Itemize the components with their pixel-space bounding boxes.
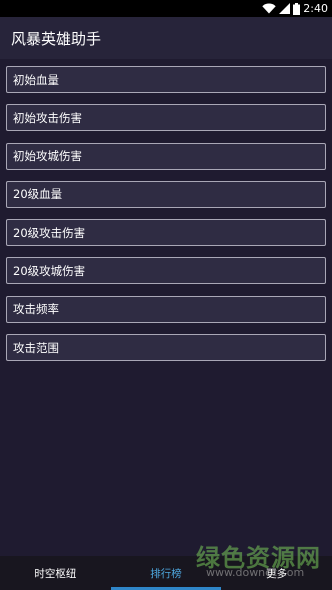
status-bar: 2:40 <box>0 0 332 17</box>
list-item-initial-attack-damage[interactable]: 初始攻击伤害 <box>6 104 326 132</box>
app-bar: 风暴英雄助手 <box>0 17 332 59</box>
list-item-label: 20级攻城伤害 <box>13 263 86 278</box>
signal-icon <box>279 3 291 14</box>
list-item-label: 20级血量 <box>13 187 63 202</box>
list-item-label: 初始血量 <box>13 72 59 87</box>
battery-icon <box>293 2 301 15</box>
tab-label: 更多 <box>266 567 288 580</box>
list-item-label: 初始攻击伤害 <box>13 110 82 125</box>
wifi-icon <box>262 3 276 14</box>
list-item-level20-siege-damage[interactable]: 20级攻城伤害 <box>6 257 326 285</box>
list-item-attack-range[interactable]: 攻击范围 <box>6 334 326 362</box>
bottom-nav: 时空枢纽 排行榜 更多 <box>0 556 332 590</box>
list-item-label: 初始攻城伤害 <box>13 149 82 164</box>
list-item-attack-speed[interactable]: 攻击频率 <box>6 295 326 323</box>
stat-category-list: 初始血量 初始攻击伤害 初始攻城伤害 20级血量 20级攻击伤害 20级攻城伤害… <box>6 66 326 372</box>
tab-label: 时空枢纽 <box>34 567 77 580</box>
list-item-label: 攻击范围 <box>13 340 59 355</box>
tab-nexus[interactable]: 时空枢纽 <box>0 556 111 590</box>
app-title: 风暴英雄助手 <box>11 29 102 48</box>
list-item-initial-hp[interactable]: 初始血量 <box>6 66 326 93</box>
list-item-label: 攻击频率 <box>13 302 59 317</box>
list-item-level20-hp[interactable]: 20级血量 <box>6 180 326 208</box>
tab-rankings[interactable]: 排行榜 <box>110 556 222 590</box>
list-item-level20-attack-damage[interactable]: 20级攻击伤害 <box>6 219 326 247</box>
list-item-label: 20级攻击伤害 <box>13 225 86 240</box>
tab-label: 排行榜 <box>150 567 182 580</box>
tab-more[interactable]: 更多 <box>221 556 332 590</box>
status-time: 2:40 <box>303 2 328 15</box>
list-item-initial-siege-damage[interactable]: 初始攻城伤害 <box>6 142 326 170</box>
